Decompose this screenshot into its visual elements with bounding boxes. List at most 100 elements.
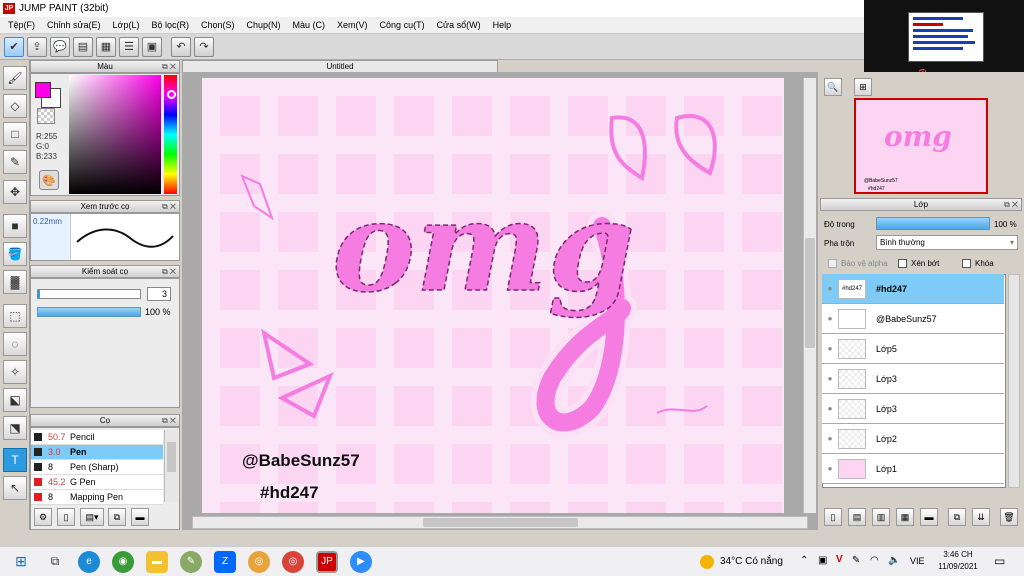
grid-check-icon[interactable]: ▣ [142, 36, 162, 57]
brush-tool-icon[interactable]: 🖌 [3, 66, 27, 90]
new-screentone-layer-icon[interactable]: ▦ [896, 508, 914, 526]
file-explorer-icon[interactable]: ▬ [146, 550, 168, 573]
lasso-tool-icon[interactable]: ◌ [3, 332, 27, 356]
layer-folder-icon[interactable]: ▬ [920, 508, 938, 526]
pen-tool-icon[interactable]: ✎ [3, 150, 27, 174]
eye-icon[interactable]: ● [822, 404, 838, 413]
select-rect-tool-icon[interactable]: ⬚ [3, 304, 27, 328]
eye-icon[interactable]: ● [822, 464, 838, 473]
wifi-icon[interactable]: ◠ [870, 555, 879, 566]
message-icon[interactable]: ▤ [73, 36, 93, 57]
brush-menu-icon[interactable]: ▤▾ [80, 508, 104, 526]
redo-icon[interactable]: ↷ [194, 36, 214, 57]
layer-item-lop3-b[interactable]: ● Lớp3 [822, 394, 1004, 424]
edit-tray-icon[interactable]: ✎ [852, 555, 860, 566]
list-icon[interactable]: ☰ [119, 36, 139, 57]
chrome-icon-1[interactable]: ◎ [248, 550, 270, 573]
rectangle-tool-icon[interactable]: □ [3, 122, 27, 146]
foreground-color-swatch[interactable] [35, 82, 51, 98]
zoom-icon[interactable]: 🔍 [824, 78, 842, 96]
clock[interactable]: 3:46 CH 11/09/2021 [936, 549, 980, 573]
vivaldi-tray-icon[interactable]: V [836, 554, 843, 565]
horizontal-scrollbar[interactable] [192, 516, 808, 529]
menu-layer[interactable]: Lớp(L) [107, 20, 146, 30]
trash-icon[interactable]: 🗑 [1000, 508, 1018, 526]
export-icon[interactable]: ⇪ [27, 36, 47, 57]
layer-merge-icon[interactable]: ⇊ [972, 508, 990, 526]
menu-select[interactable]: Chọn(S) [195, 20, 241, 30]
new-layer-icon[interactable]: ▯ [824, 508, 842, 526]
operation-tool-icon[interactable]: ↖ [3, 476, 27, 500]
eye-icon[interactable]: ● [822, 344, 838, 353]
language-indicator[interactable]: VIE [910, 556, 925, 566]
menu-capture[interactable]: Chụp(N) [241, 20, 287, 30]
menu-filter[interactable]: Bộ lọc(R) [145, 20, 195, 30]
blend-mode-select[interactable]: Bình thường ▾ [876, 235, 1018, 250]
layer-item-lop1[interactable]: ● Lớp1 [822, 454, 1004, 484]
menu-edit[interactable]: Chỉnh sửa(E) [41, 20, 107, 30]
eye-icon[interactable]: ● [822, 434, 838, 443]
transparent-swatch[interactable] [37, 108, 55, 124]
app-tray-icon[interactable]: ▣ [818, 555, 827, 566]
zoom-app-icon[interactable]: ▶ [350, 550, 372, 573]
check-icon[interactable]: ✔ [4, 36, 24, 57]
brush-item-g-pen[interactable]: 45.2 G Pen [31, 475, 163, 490]
layer-item-babesunz57[interactable]: ● @BabeSunz57 [822, 304, 1004, 334]
gradient-tool-icon[interactable]: ▓ [3, 270, 27, 294]
menu-color[interactable]: Màu (C) [287, 20, 332, 30]
chevron-up-icon[interactable]: ⌃ [800, 555, 808, 566]
zalo-icon[interactable]: Z [214, 550, 236, 573]
speech-bubble-icon[interactable]: 💬 [50, 36, 70, 57]
eye-icon[interactable]: ● [822, 314, 838, 323]
new-text-layer-icon[interactable]: ▥ [872, 508, 890, 526]
jump-paint-taskbar-icon[interactable]: JP [316, 550, 338, 573]
brush-item-pen-sharp[interactable]: 8 Pen (Sharp) [31, 460, 163, 475]
navigator-preview[interactable]: omg @BabeSunz57 #hd247 [854, 98, 988, 194]
select-pen-tool-icon[interactable]: ⬕ [3, 388, 27, 412]
brush-opacity-slider[interactable] [37, 307, 141, 317]
layer-opacity-slider[interactable] [876, 217, 990, 230]
task-view-icon[interactable]: ⧉ [44, 551, 66, 573]
brush-copy-icon[interactable]: ⧉ [108, 508, 126, 526]
color-picker-square[interactable] [69, 75, 161, 194]
hue-handle[interactable] [167, 90, 176, 99]
layer-item-lop2[interactable]: ● Lớp2 [822, 424, 1004, 454]
paint-app-icon[interactable]: ✎ [180, 550, 202, 573]
edge-icon[interactable]: e [78, 550, 100, 573]
navigator-fit-icon[interactable]: ⊞ [854, 78, 872, 96]
lock-checkbox[interactable] [962, 259, 971, 268]
brush-item-pencil[interactable]: 50.7 Pencil [31, 430, 163, 445]
volume-icon[interactable]: 🔈 [888, 555, 900, 566]
windows-start-icon[interactable]: ⊞ [10, 551, 32, 573]
undo-icon[interactable]: ↶ [171, 36, 191, 57]
brush-folder-icon[interactable]: ▬ [131, 508, 149, 526]
brush-settings-icon[interactable]: ⚙ [34, 508, 52, 526]
brush-size-slider[interactable] [37, 289, 141, 299]
layer-list-scrollbar[interactable] [1008, 274, 1020, 488]
palette-icon[interactable]: 🎨 [39, 170, 59, 190]
chrome-icon-2[interactable]: ◎ [282, 550, 304, 573]
notification-icon[interactable]: ▭ [994, 554, 1005, 568]
artboard[interactable]: omg @BabeSunz57 #hd247 [202, 78, 784, 513]
menu-file[interactable]: Tệp(F) [2, 20, 41, 30]
move-tool-icon[interactable]: ✥ [3, 180, 27, 204]
menu-window[interactable]: Cửa sổ(W) [431, 20, 487, 30]
new-brush-icon[interactable]: ▯ [57, 508, 75, 526]
eye-icon[interactable]: ● [822, 284, 838, 293]
eye-icon[interactable]: ● [822, 374, 838, 383]
layer-item-lop3-a[interactable]: ● Lớp3 [822, 364, 1004, 394]
vertical-scrollbar[interactable] [803, 78, 816, 513]
brush-size-input[interactable]: 3 [147, 287, 171, 301]
bucket-tool-icon[interactable]: 🪣 [3, 242, 27, 266]
brush-item-pen[interactable]: 3.0 Pen [31, 445, 163, 460]
menu-view[interactable]: Xem(V) [331, 20, 374, 30]
document-icon[interactable]: ▦ [96, 36, 116, 57]
alpha-protect-checkbox[interactable] [828, 259, 837, 268]
weather-text[interactable]: 34°C Có nắng [720, 556, 783, 567]
new-raster-layer-icon[interactable]: ▤ [848, 508, 866, 526]
text-tool-icon[interactable]: T [3, 448, 27, 472]
magic-wand-tool-icon[interactable]: ✧ [3, 360, 27, 384]
brush-item-mapping-pen[interactable]: 8 Mapping Pen [31, 490, 163, 505]
eraser-tool-icon[interactable]: ◇ [3, 94, 27, 118]
app-green-icon[interactable]: ◉ [112, 550, 134, 573]
